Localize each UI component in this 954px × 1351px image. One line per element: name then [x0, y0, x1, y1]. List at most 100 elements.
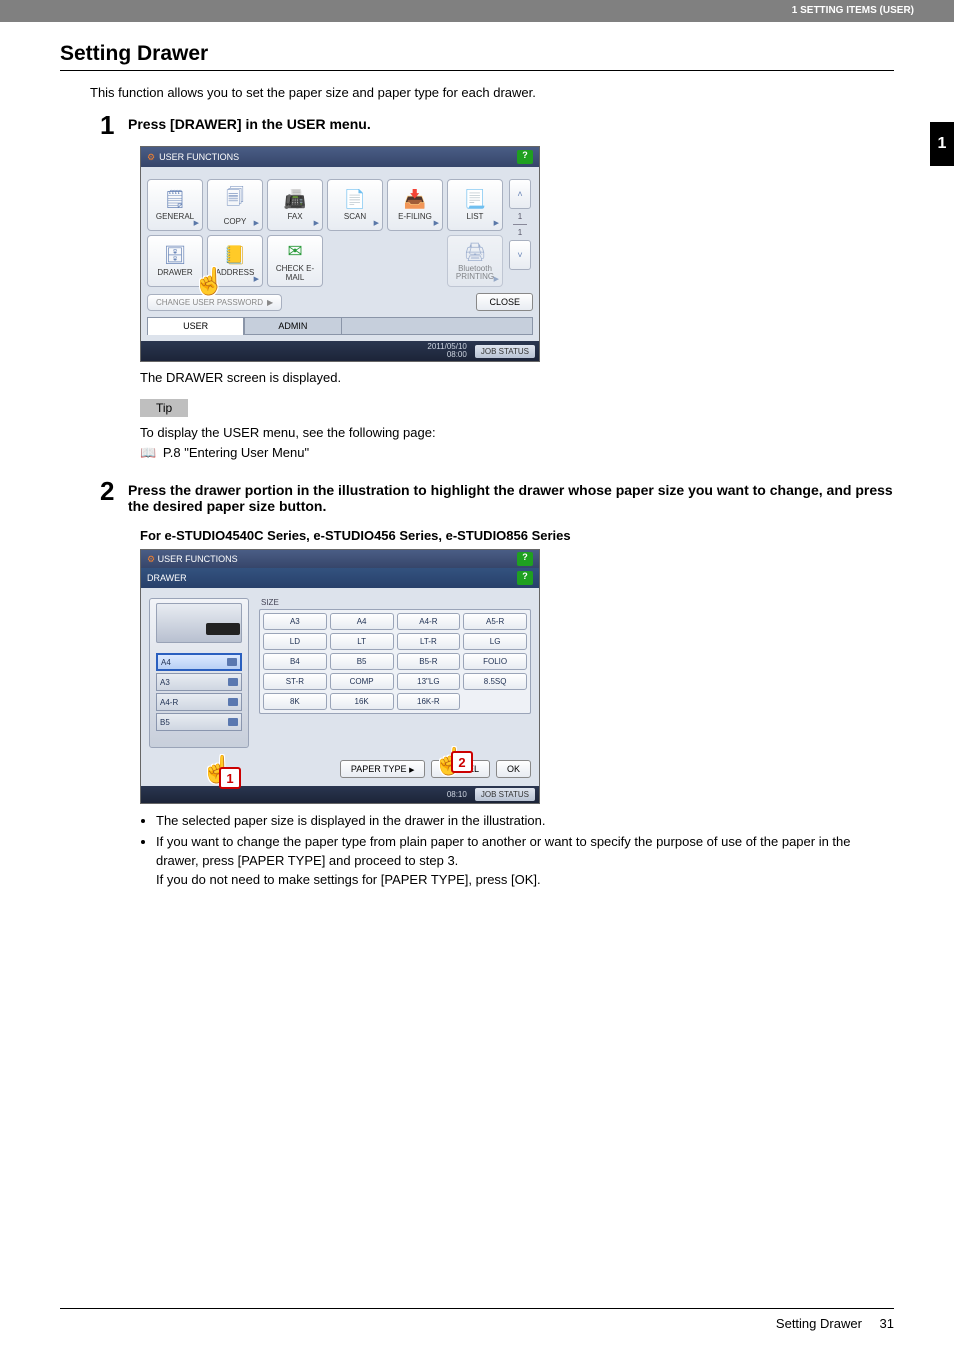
ss1-title-text: USER FUNCTIONS: [159, 152, 239, 162]
scan-icon: 📄: [344, 189, 366, 210]
efiling-button[interactable]: 📥E-FILING▶: [387, 179, 443, 231]
fax-icon: 📠: [284, 189, 306, 210]
page-indicator: 1: [518, 212, 522, 221]
step-2: 2 Press the drawer portion in the illust…: [100, 478, 894, 514]
tab-admin[interactable]: ADMIN: [244, 317, 341, 335]
running-header-text: 1 SETTING ITEMS (USER): [792, 5, 914, 16]
tip-line1: To display the USER menu, see the follow…: [140, 423, 894, 443]
tab-user[interactable]: USER: [147, 317, 244, 335]
address-icon: 📒: [224, 245, 246, 266]
ss2-title-text: USER FUNCTIONS: [158, 554, 238, 564]
notes-list: The selected paper size is displayed in …: [140, 812, 894, 889]
copy-button[interactable]: 🗐COPY▶: [207, 179, 263, 231]
address-button[interactable]: 📒ADDRESS▶: [207, 235, 263, 287]
check-email-button[interactable]: ✉CHECK E-MAIL: [267, 235, 323, 287]
tip-label: Tip: [140, 399, 188, 417]
settings-icon: ⚙: [147, 554, 155, 564]
size-b5-r[interactable]: B5-R: [397, 653, 461, 670]
size-folio[interactable]: FOLIO: [463, 653, 527, 670]
fax-button[interactable]: 📠FAX▶: [267, 179, 323, 231]
page-footer: Setting Drawer 31: [776, 1316, 894, 1331]
size-b5[interactable]: B5: [330, 653, 394, 670]
general-button[interactable]: 🗒GENERAL▶: [147, 179, 203, 231]
drawer-2[interactable]: A3: [156, 673, 242, 691]
settings-icon: ⚙: [147, 152, 155, 163]
size-16k[interactable]: 16K: [330, 693, 394, 710]
datetime-label: 08:10: [447, 790, 467, 799]
help-icon[interactable]: ?: [517, 571, 533, 585]
size-st-r[interactable]: ST-R: [263, 673, 327, 690]
scan-button[interactable]: 📄SCAN▶: [327, 179, 383, 231]
size-a4-r[interactable]: A4-R: [397, 613, 461, 630]
ss2-subtitle: DRAWER ?: [141, 568, 539, 588]
list-icon: 📃: [464, 189, 486, 210]
screenshot-drawer: ⚙ USER FUNCTIONS ? DRAWER ? A4 A3 A4-R B…: [140, 549, 540, 804]
job-status-button[interactable]: JOB STATUS: [475, 345, 535, 358]
size-ld[interactable]: LD: [263, 633, 327, 650]
ss2-titlebar: ⚙ USER FUNCTIONS ?: [141, 550, 539, 568]
copy-icon: 🗐: [226, 185, 244, 215]
general-icon: 🗒: [164, 189, 187, 210]
close-button[interactable]: CLOSE: [476, 293, 533, 311]
size-button-grid: A3 A4 A4-R A5-R LD LT LT-R LG B4 B5: [259, 609, 531, 714]
size-8k[interactable]: 8K: [263, 693, 327, 710]
datetime-label: 2011/05/10 08:00: [427, 343, 466, 359]
help-icon[interactable]: ?: [517, 552, 533, 566]
ss2-sub-text: DRAWER: [147, 573, 187, 583]
tab-spacer: [342, 317, 534, 335]
note-1: The selected paper size is displayed in …: [156, 812, 894, 831]
list-button[interactable]: 📃LIST▶: [447, 179, 503, 231]
tray-icon: [228, 698, 238, 706]
chapter-tab: 1: [930, 122, 954, 166]
step-2-text: Press the drawer portion in the illustra…: [128, 478, 894, 514]
size-lt-r[interactable]: LT-R: [397, 633, 461, 650]
drawer-3[interactable]: A4-R: [156, 693, 242, 711]
ok-button[interactable]: OK: [496, 760, 531, 778]
step-1-text: Press [DRAWER] in the USER menu.: [128, 112, 894, 138]
pages-total: 1: [518, 228, 522, 237]
paper-type-button[interactable]: PAPER TYPE ▶: [340, 760, 426, 778]
cancel-button[interactable]: CANCEL: [431, 760, 490, 778]
bluetooth-icon: 🖨: [464, 242, 487, 263]
size-lt[interactable]: LT: [330, 633, 394, 650]
printer-illustration: A4 A3 A4-R B5: [149, 598, 249, 748]
size-a4[interactable]: A4: [330, 613, 394, 630]
size-b4[interactable]: B4: [263, 653, 327, 670]
change-user-password-button[interactable]: CHANGE USER PASSWORD▶: [147, 294, 282, 311]
scroll-up-button[interactable]: ˄: [509, 179, 531, 209]
tray-icon: [228, 678, 238, 686]
chevron-right-icon: ▶: [409, 767, 414, 774]
size-a5-r[interactable]: A5-R: [463, 613, 527, 630]
step-1: 1 Press [DRAWER] in the USER menu.: [100, 112, 894, 138]
screenshot-user-functions: ⚙ USER FUNCTIONS ? 🗒GENERAL▶ 🗐COPY▶ 📠FAX…: [140, 146, 894, 362]
size-16k-r[interactable]: 16K-R: [397, 693, 461, 710]
tip-box: Tip To display the USER menu, see the fo…: [140, 399, 894, 462]
intro-text: This function allows you to set the pape…: [90, 85, 894, 100]
drawer-4[interactable]: B5: [156, 713, 242, 731]
page-number: 31: [880, 1316, 894, 1331]
size-a3[interactable]: A3: [263, 613, 327, 630]
size-85sq[interactable]: 8.5SQ: [463, 673, 527, 690]
size-comp[interactable]: COMP: [330, 673, 394, 690]
step-2-subhead: For e-STUDIO4540C Series, e-STUDIO456 Se…: [140, 528, 894, 543]
divider: [513, 224, 527, 225]
tip-line2: 📖 P.8 "Entering User Menu": [140, 443, 894, 463]
help-icon[interactable]: ?: [517, 150, 533, 164]
drawer-button[interactable]: 🗄DRAWER: [147, 235, 203, 287]
step-1-number: 1: [100, 112, 128, 138]
ss1-titlebar: ⚙ USER FUNCTIONS ?: [141, 147, 539, 167]
note-2: If you want to change the paper type fro…: [156, 833, 894, 890]
size-13lg[interactable]: 13"LG: [397, 673, 461, 690]
chevron-down-icon: ˅: [517, 250, 522, 260]
tray-icon: [228, 718, 238, 726]
job-status-button[interactable]: JOB STATUS: [475, 788, 535, 801]
tray-icon: [227, 658, 237, 666]
scroll-down-button[interactable]: ˅: [509, 240, 531, 270]
footer-section-label: Setting Drawer: [776, 1316, 862, 1331]
drawer-icon: 🗄: [164, 245, 187, 266]
bluetooth-printing-button[interactable]: 🖨Bluetooth PRINTING▶: [447, 235, 503, 287]
step-2-number: 2: [100, 478, 128, 514]
page-title: Setting Drawer: [60, 42, 894, 71]
size-lg[interactable]: LG: [463, 633, 527, 650]
drawer-1[interactable]: A4: [156, 653, 242, 671]
